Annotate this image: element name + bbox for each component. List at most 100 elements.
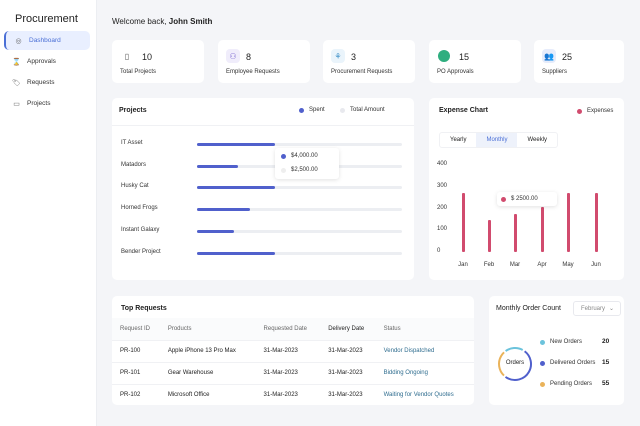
table-cell: 31-Mar-2023 xyxy=(320,339,376,362)
table-cell: Apple iPhone 13 Pro Max xyxy=(159,339,256,362)
users-icon: 👥 xyxy=(542,49,556,63)
project-bar-spent xyxy=(197,143,275,146)
table-cell: 31-Mar-2023 xyxy=(320,361,376,384)
legend-total-amount: Total Amount xyxy=(340,107,385,113)
y-tick-label: 400 xyxy=(437,161,448,167)
order-legend-item: Pending Orders xyxy=(540,381,592,387)
project-bar-track[interactable] xyxy=(197,208,402,212)
project-bar-track[interactable] xyxy=(197,251,402,255)
order-count: 15 xyxy=(602,359,610,366)
y-tick-label: 100 xyxy=(437,226,448,233)
project-bar-spent xyxy=(197,208,251,212)
column-header: Products xyxy=(159,318,256,340)
table-row[interactable]: PR-102 Microsoft Office 31-Mar-2023 31-Mar-… xyxy=(112,383,474,405)
project-label: IT Asset xyxy=(121,140,143,146)
stat-card-po-approvals[interactable]: 15 PO Approvals xyxy=(429,40,521,83)
project-bar-spent xyxy=(197,229,234,233)
sidebar-item-label: Projects xyxy=(27,100,51,107)
stat-card-suppliers[interactable]: 👥 25 Suppliers xyxy=(534,40,624,83)
table-cell: PR-101 xyxy=(112,361,160,384)
table-cell: Gear Warehouse xyxy=(159,361,256,384)
sidebar-item-label: Dashboard xyxy=(29,37,61,44)
x-tick-label: Jan xyxy=(458,262,468,268)
top-requests-card: Top Requests Request ID Products Requested… xyxy=(112,296,474,405)
column-header: Status xyxy=(375,318,474,340)
tag-icon: 🏷 xyxy=(12,79,21,87)
project-bar-track[interactable] xyxy=(197,229,402,233)
column-header: Requested Date xyxy=(255,318,321,340)
table-cell: Microsoft Office xyxy=(159,383,256,405)
y-tick-label: 300 xyxy=(437,182,448,189)
order-legend-item: Delivered Orders xyxy=(540,360,595,366)
table-cell: 31-Mar-2023 xyxy=(255,383,321,405)
x-tick-label: Mar xyxy=(509,262,521,268)
table-cell: 31-Mar-2023 xyxy=(255,361,321,384)
projects-tooltip: $4,000.00 $2,500.00 xyxy=(275,148,339,179)
expense-chart-title: Expense Chart xyxy=(439,107,489,114)
tab-monthly[interactable]: Monthly xyxy=(476,133,518,147)
x-tick-label: Apr xyxy=(537,262,547,268)
sidebar: Procurement ◎ Dashboard ⌛ Approvals 🏷 Reque… xyxy=(0,0,97,426)
project-label: Bender Project xyxy=(121,248,161,255)
project-label: Husky Cat xyxy=(121,183,149,190)
welcome-message: Welcome back, John Smith xyxy=(112,17,213,26)
order-legend-item: New Orders xyxy=(540,339,582,345)
expense-bar[interactable] xyxy=(513,213,517,252)
project-bar-spent xyxy=(197,251,275,255)
column-header: Request ID xyxy=(112,318,160,340)
requests-table: Request ID Products Requested Date Delivery… xyxy=(112,318,474,405)
folder-icon: ▭ xyxy=(13,100,20,108)
x-tick-label: Feb xyxy=(483,262,495,268)
projects-card: Projects Spent Total Amount IT Asset Mata… xyxy=(112,98,414,280)
app-title: Procurement xyxy=(15,13,78,25)
project-bar-spent xyxy=(197,186,275,190)
table-row[interactable]: PR-101 Gear Warehouse 31-Mar-2023 31-Mar-20… xyxy=(112,361,474,384)
y-tick-label: 0 xyxy=(437,248,441,254)
column-header: Delivery Date xyxy=(320,318,376,340)
order-count: 55 xyxy=(602,380,610,387)
table-row[interactable]: PR-100 Apple iPhone 13 Pro Max 31-Mar-2023… xyxy=(112,339,474,362)
sidebar-item-projects[interactable]: ▭ Projects xyxy=(4,94,90,113)
project-bar-track[interactable] xyxy=(197,186,402,190)
project-label: Horned Frogs xyxy=(121,205,158,212)
x-tick-label: Jun xyxy=(591,262,601,268)
stat-card-procurement-requests[interactable]: ⚘ 3 Procurement Requests xyxy=(323,40,415,83)
y-tick-label: 200 xyxy=(437,204,448,211)
dashboard-icon: ◎ xyxy=(15,37,22,45)
projects-title: Projects xyxy=(119,107,147,114)
project-bar-track[interactable] xyxy=(197,143,402,146)
table-cell: 31-Mar-2023 xyxy=(255,339,321,362)
expense-bar[interactable] xyxy=(594,193,598,252)
stat-card-total-projects[interactable]: ▯ 10 Total Projects xyxy=(112,40,204,83)
monthly-order-title: Monthly Order Count xyxy=(496,305,561,312)
order-count: 20 xyxy=(602,338,610,345)
sidebar-item-label: Requests xyxy=(27,79,55,86)
circle-icon xyxy=(438,50,450,62)
expense-bar[interactable] xyxy=(566,193,570,252)
month-select[interactable]: February ⌄ xyxy=(573,301,621,316)
sidebar-item-label: Approvals xyxy=(27,58,56,65)
employee-icon: ⚇ xyxy=(226,49,240,63)
donut-label: Orders xyxy=(505,360,525,366)
table-cell[interactable]: Bidding Ongoing xyxy=(375,361,474,384)
hourglass-icon: ⌛ xyxy=(12,58,21,66)
table-cell[interactable]: Waiting for Vendor Quotes xyxy=(375,383,474,405)
expense-bar[interactable] xyxy=(540,207,544,252)
table-cell: 31-Mar-2023 xyxy=(320,383,376,405)
procurement-icon: ⚘ xyxy=(331,49,345,63)
expense-bar[interactable] xyxy=(461,193,465,252)
sidebar-item-dashboard[interactable]: ◎ Dashboard xyxy=(4,31,90,50)
tab-yearly[interactable]: Yearly xyxy=(440,133,476,147)
table-cell[interactable]: Vendor Dispatched xyxy=(375,339,474,362)
sidebar-item-requests[interactable]: 🏷 Requests xyxy=(4,73,90,92)
top-requests-title: Top Requests xyxy=(121,305,167,312)
stat-card-employee-requests[interactable]: ⚇ 8 Employee Requests xyxy=(218,40,310,83)
sidebar-item-approvals[interactable]: ⌛ Approvals xyxy=(4,52,90,71)
tab-weekly[interactable]: Weekly xyxy=(517,133,557,147)
table-cell: PR-100 xyxy=(112,339,160,362)
expense-chart-card: Expense Chart Expenses Yearly Monthly We… xyxy=(429,98,624,280)
chevron-down-icon: ⌄ xyxy=(608,306,614,312)
expense-bar[interactable] xyxy=(487,220,491,252)
legend-expenses: Expenses xyxy=(577,108,613,114)
monthly-order-card: Monthly Order Count February ⌄ Orders New… xyxy=(489,296,624,405)
